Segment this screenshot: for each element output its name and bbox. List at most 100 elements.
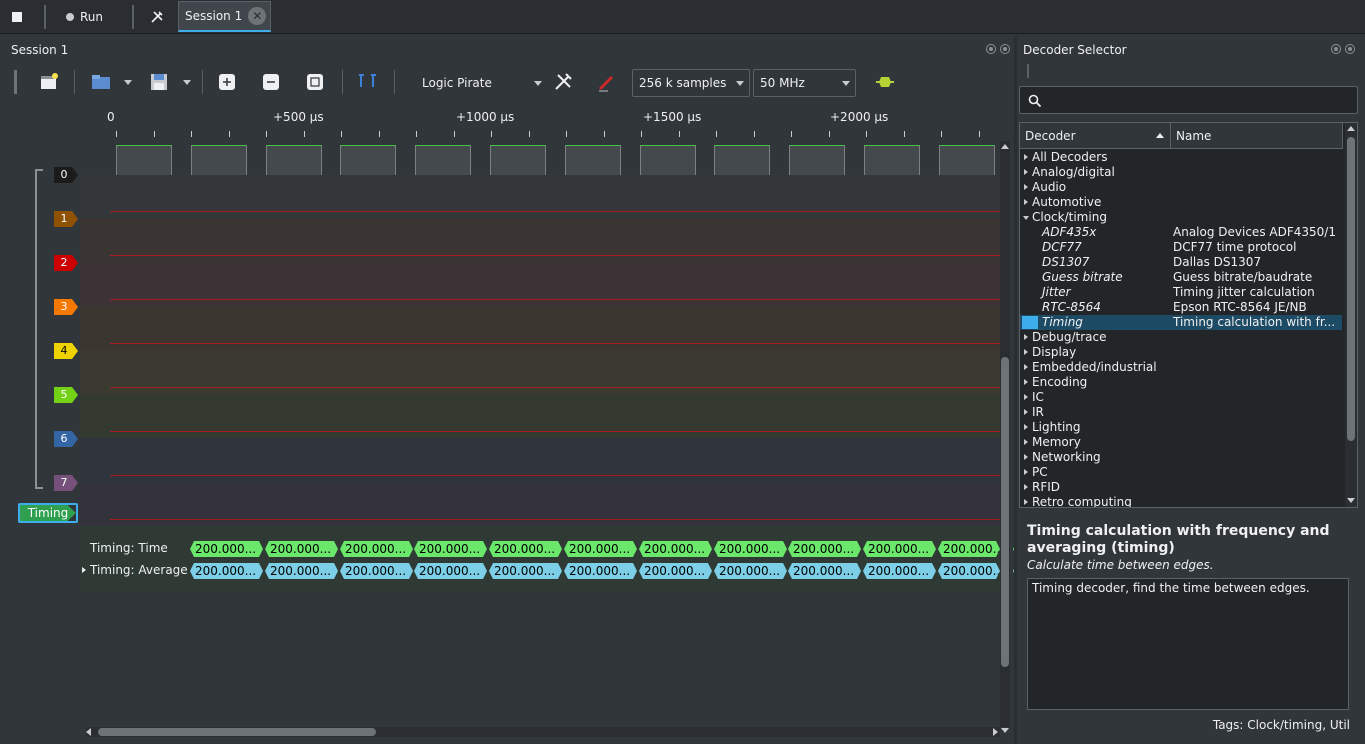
chevron-right-icon[interactable] bbox=[1024, 469, 1028, 475]
tree-category[interactable]: Debug/trace bbox=[1020, 330, 1342, 345]
close-icon[interactable] bbox=[1345, 44, 1355, 54]
samples-select[interactable]: 256 k samples bbox=[632, 69, 750, 97]
decoder-annotation[interactable]: 200.000... bbox=[489, 541, 562, 557]
chevron-right-icon[interactable] bbox=[1024, 409, 1028, 415]
tree-category[interactable]: Clock/timing bbox=[1020, 210, 1342, 225]
float-icon[interactable] bbox=[1331, 44, 1341, 54]
channel-tag-1[interactable]: 1 bbox=[54, 211, 78, 227]
decoder-annotation[interactable]: 200.000... bbox=[639, 563, 712, 579]
chevron-down-icon[interactable] bbox=[183, 80, 191, 85]
decoder-annotation[interactable]: 200.000... bbox=[788, 563, 861, 579]
scroll-down-icon[interactable] bbox=[1347, 498, 1355, 503]
channel-tag-7[interactable]: 7 bbox=[54, 475, 78, 491]
chevron-right-icon[interactable] bbox=[1024, 334, 1028, 340]
chevron-right-icon[interactable] bbox=[1024, 349, 1028, 355]
device-config-icon[interactable] bbox=[552, 71, 574, 93]
samplerate-select[interactable]: 50 MHz bbox=[753, 69, 856, 97]
float-icon[interactable] bbox=[986, 44, 996, 54]
decoder-annotation[interactable]: 200.000... bbox=[489, 563, 562, 579]
zoom-in-icon[interactable] bbox=[216, 71, 238, 93]
chevron-right-icon[interactable] bbox=[1024, 439, 1028, 445]
tree-category[interactable]: IR bbox=[1020, 405, 1342, 420]
toolbar-handle[interactable] bbox=[14, 70, 17, 94]
probe-icon[interactable] bbox=[596, 71, 618, 93]
toolbar-handle[interactable] bbox=[1027, 64, 1029, 78]
close-icon[interactable]: ✕ bbox=[248, 7, 267, 25]
chevron-right-icon[interactable] bbox=[1024, 454, 1028, 460]
decoder-annotation[interactable]: 200.000... bbox=[863, 563, 936, 579]
decoder-annotation[interactable]: 200.000... bbox=[190, 541, 263, 557]
channel-tag-5[interactable]: 5 bbox=[54, 387, 78, 403]
trace-view[interactable]: 0 +500 µs +1000 µs +1500 µs +2000 µs 200… bbox=[80, 107, 1000, 737]
tree-category[interactable]: Lighting bbox=[1020, 420, 1342, 435]
channel-tag-3[interactable]: 3 bbox=[54, 299, 78, 315]
scroll-down-icon[interactable] bbox=[1001, 728, 1009, 733]
tree-scrollbar[interactable] bbox=[1345, 123, 1357, 507]
new-view-icon[interactable] bbox=[38, 71, 60, 93]
decoder-annotation[interactable]: 200.000... bbox=[340, 563, 413, 579]
decoder-annotation[interactable]: 200.000... bbox=[938, 541, 1000, 557]
tree-category[interactable]: Display bbox=[1020, 345, 1342, 360]
time-ruler[interactable]: 0 +500 µs +1000 µs +1500 µs +2000 µs bbox=[80, 107, 1000, 139]
tree-category[interactable]: RFID bbox=[1020, 480, 1342, 495]
tree-category[interactable]: Embedded/industrial bbox=[1020, 360, 1342, 375]
decoder-annotation[interactable]: 200.000... bbox=[414, 541, 487, 557]
expand-icon[interactable] bbox=[82, 567, 86, 573]
decoder-annotation[interactable]: 200.000... bbox=[340, 541, 413, 557]
scroll-up-icon[interactable] bbox=[1001, 144, 1009, 149]
vertical-scrollbar[interactable] bbox=[1000, 141, 1010, 733]
decoder-annotation[interactable]: 200.000... bbox=[714, 563, 787, 579]
chevron-right-icon[interactable] bbox=[1024, 379, 1028, 385]
scrollbar-thumb[interactable] bbox=[98, 728, 376, 736]
tree-item[interactable]: Timing Timing calculation with fr... bbox=[1020, 315, 1342, 330]
decoder-annotation[interactable]: 200.000... bbox=[414, 563, 487, 579]
chevron-right-icon[interactable] bbox=[1024, 484, 1028, 490]
zoom-out-icon[interactable] bbox=[260, 71, 282, 93]
search-input[interactable] bbox=[1019, 86, 1358, 114]
decoder-annotation[interactable]: 200.000... bbox=[564, 541, 637, 557]
channel-tag-6[interactable]: 6 bbox=[54, 431, 78, 447]
scroll-up-icon[interactable] bbox=[1347, 126, 1355, 131]
zoom-fit-icon[interactable] bbox=[304, 71, 326, 93]
decoder-annotation[interactable]: 200.000... bbox=[564, 563, 637, 579]
channel-tag-2[interactable]: 2 bbox=[54, 255, 78, 271]
tree-item[interactable]: DCF77 DCF77 time protocol bbox=[1020, 240, 1342, 255]
run-button[interactable]: Run bbox=[66, 4, 103, 30]
tab-session-1[interactable]: Session 1 ✕ bbox=[178, 1, 271, 32]
decoder-annotation[interactable]: 200.000... bbox=[938, 563, 1000, 579]
scroll-left-icon[interactable] bbox=[86, 728, 91, 736]
chevron-right-icon[interactable] bbox=[1024, 499, 1028, 505]
decoder-annotation[interactable]: 200.000... bbox=[863, 541, 936, 557]
chevron-right-icon[interactable] bbox=[1024, 394, 1028, 400]
scroll-right-icon[interactable] bbox=[993, 728, 998, 736]
scrollbar-thumb[interactable] bbox=[1001, 357, 1009, 667]
new-session-button[interactable] bbox=[12, 4, 22, 30]
tree-category[interactable]: All Decoders bbox=[1020, 150, 1342, 165]
tree-item[interactable]: ADF435x Analog Devices ADF4350/1 bbox=[1020, 225, 1342, 240]
tree-category[interactable]: Retro computing bbox=[1020, 495, 1342, 507]
save-icon[interactable] bbox=[148, 71, 170, 93]
tree-category[interactable]: Analog/digital bbox=[1020, 165, 1342, 180]
channel-tag-0[interactable]: 0 bbox=[54, 167, 78, 183]
tree-category[interactable]: Networking bbox=[1020, 450, 1342, 465]
decoder-annotation[interactable]: 200.000... bbox=[265, 563, 338, 579]
channel-tag-4[interactable]: 4 bbox=[54, 343, 78, 359]
column-header-name[interactable]: Name bbox=[1171, 123, 1343, 149]
tree-category[interactable]: Encoding bbox=[1020, 375, 1342, 390]
decoder-annotation[interactable]: 200.000... bbox=[714, 541, 787, 557]
chevron-right-icon[interactable] bbox=[1024, 364, 1028, 370]
chevron-right-icon[interactable] bbox=[1024, 424, 1028, 430]
decoder-annotation[interactable]: 200.000... bbox=[265, 541, 338, 557]
column-header-decoder[interactable]: Decoder bbox=[1020, 123, 1171, 149]
chevron-right-icon[interactable] bbox=[1024, 154, 1028, 160]
chevron-right-icon[interactable] bbox=[1024, 199, 1028, 205]
add-decoder-icon[interactable] bbox=[874, 71, 896, 93]
tree-category[interactable]: Memory bbox=[1020, 435, 1342, 450]
settings-button[interactable] bbox=[150, 4, 164, 30]
decoder-annotation[interactable]: 200.000... bbox=[190, 563, 263, 579]
tree-item[interactable]: Jitter Timing jitter calculation bbox=[1020, 285, 1342, 300]
open-file-icon[interactable] bbox=[90, 71, 112, 93]
tree-item[interactable]: RTC-8564 Epson RTC-8564 JE/NB bbox=[1020, 300, 1342, 315]
tree-category[interactable]: Automotive bbox=[1020, 195, 1342, 210]
tree-item[interactable]: Guess bitrate Guess bitrate/baudrate bbox=[1020, 270, 1342, 285]
